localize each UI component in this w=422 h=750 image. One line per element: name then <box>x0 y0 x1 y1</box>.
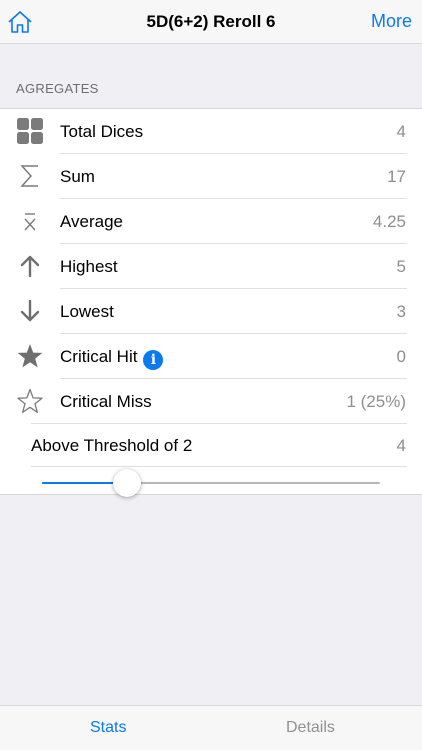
row-value: 3 <box>396 302 406 321</box>
x-bar-icon <box>14 205 46 237</box>
list-item-critical-hit: Critical Hit i 0 <box>0 334 422 379</box>
list-item-lowest: Lowest 3 <box>0 289 422 334</box>
row-label: Lowest <box>60 302 114 321</box>
list-item-sum: Sum 17 <box>0 154 422 199</box>
row-value: 4.25 <box>372 212 406 231</box>
grid-icon <box>14 115 46 147</box>
arrow-up-icon <box>14 250 46 282</box>
list-item-average: Average 4.25 <box>0 199 422 244</box>
row-label: Critical Miss <box>60 392 152 411</box>
row-value: 4 <box>396 122 406 141</box>
threshold-label: Above Threshold of 2 <box>31 436 193 455</box>
critical-hit-label: Critical Hit <box>60 347 138 366</box>
star-filled-icon <box>14 340 46 372</box>
arrow-down-icon <box>14 295 46 327</box>
list-item-total-dices: Total Dices 4 <box>0 109 422 154</box>
row-label: Average <box>60 212 124 231</box>
tab-details[interactable]: Details <box>286 719 335 737</box>
section-header: AGREGATES <box>16 81 99 96</box>
slider-thumb[interactable] <box>113 469 141 497</box>
threshold-slider[interactable] <box>42 469 380 497</box>
row-value: 17 <box>387 167 406 186</box>
list-item-highest: Highest 5 <box>0 244 422 289</box>
row-label: Critical Hit i <box>60 347 164 370</box>
info-icon[interactable]: i <box>143 350 164 370</box>
row-separator <box>31 423 407 424</box>
sigma-icon <box>14 160 46 192</box>
navigation-bar: 5D(6+2) Reroll 6 More <box>0 0 422 44</box>
tab-stats[interactable]: Stats <box>90 719 126 737</box>
more-button[interactable]: More <box>371 11 412 32</box>
aggregates-table: Total Dices 4 Sum 17 Average 4.25 Highes… <box>0 108 422 497</box>
list-item-critical-miss: Critical Miss 1 (25%) <box>0 379 422 424</box>
row-separator <box>31 466 407 467</box>
row-value: 5 <box>396 257 406 276</box>
threshold-value: 4 <box>396 436 406 455</box>
tab-bar: Stats Details <box>0 705 422 750</box>
page-title: 5D(6+2) Reroll 6 <box>146 12 276 31</box>
row-label: Total Dices <box>60 122 144 141</box>
row-label: Sum <box>60 167 95 186</box>
row-value: 1 (25%) <box>346 392 406 411</box>
row-value: 0 <box>396 347 406 366</box>
row-label: Highest <box>60 257 118 276</box>
star-outline-icon <box>14 385 46 417</box>
